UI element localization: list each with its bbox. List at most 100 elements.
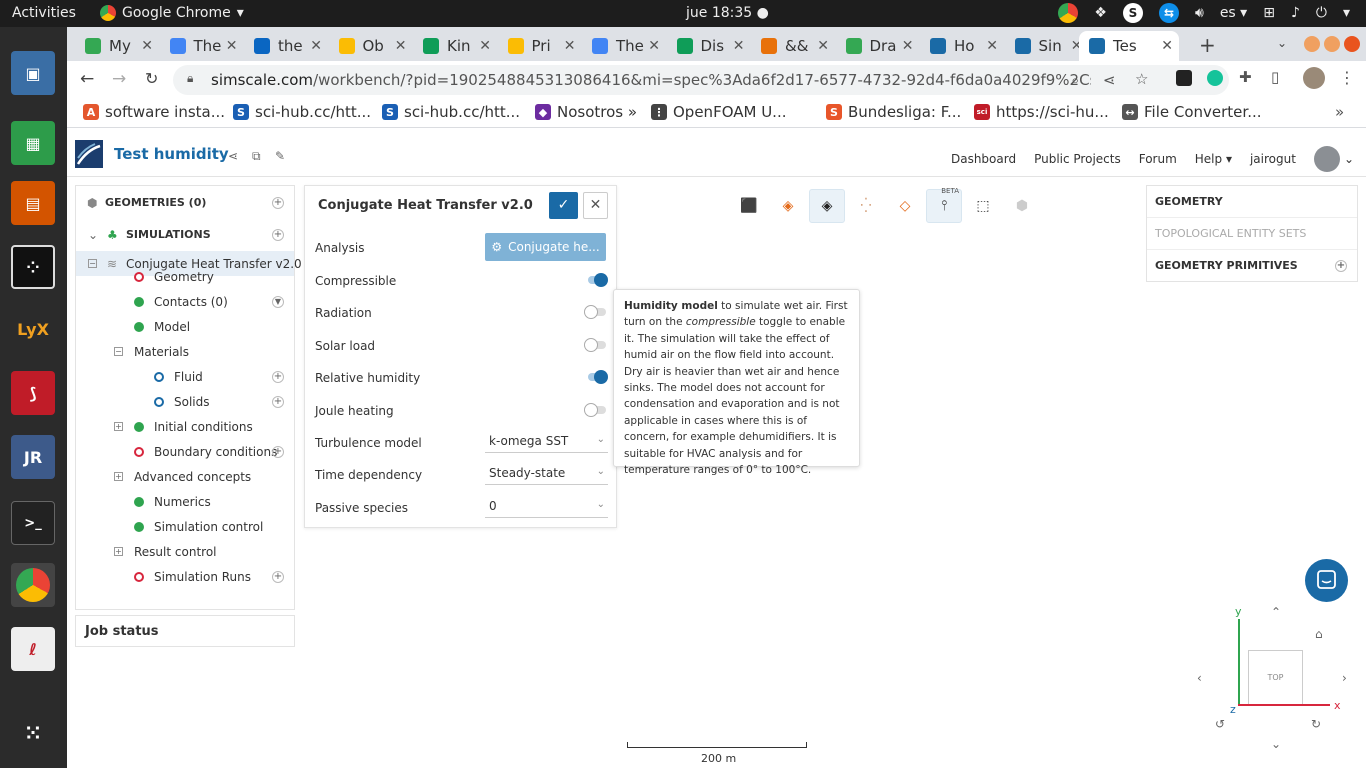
lyx-icon[interactable]: LyX: [11, 307, 55, 351]
address-bar[interactable]: 🔒︎ simscale.com/workbench/?pid=190254884…: [173, 65, 1229, 95]
new-tab-button[interactable]: +: [1199, 33, 1216, 57]
teamviewer-icon[interactable]: ⇆: [1158, 3, 1179, 23]
chevron-down-icon[interactable]: ⌄: [1344, 152, 1354, 166]
chat-launcher-button[interactable]: [1305, 559, 1348, 602]
tree-item[interactable]: + Result control: [76, 539, 294, 564]
geometries-row[interactable]: ⬢ GEOMETRIES (0) +: [76, 190, 294, 215]
relative-humidity-toggle[interactable]: [586, 370, 608, 384]
close-icon[interactable]: ✕: [395, 38, 407, 54]
more-bookmarks-icon[interactable]: »: [1335, 103, 1344, 121]
cube-icon[interactable]: ⬛: [731, 189, 767, 223]
job-status[interactable]: Job status: [75, 615, 295, 647]
close-icon[interactable]: ✕: [1161, 38, 1173, 54]
spreadsheet-icon[interactable]: ▦: [11, 121, 55, 165]
rotate-ccw-icon[interactable]: ↺: [1215, 717, 1225, 731]
network-icon[interactable]: ⊞: [1263, 5, 1275, 21]
edit-icon[interactable]: ✎: [275, 149, 285, 163]
solid-edges-view-icon[interactable]: ◈: [809, 189, 845, 223]
back-icon[interactable]: ←: [80, 69, 94, 89]
geometry-row[interactable]: GEOMETRY: [1147, 186, 1357, 218]
rotate-up-icon[interactable]: ⌃: [1271, 605, 1281, 619]
menu-icon[interactable]: ⋮: [1339, 68, 1355, 87]
nav-public-projects[interactable]: Public Projects: [1034, 152, 1121, 166]
activities-button[interactable]: Activities: [12, 5, 76, 21]
close-button[interactable]: ✕: [583, 192, 608, 219]
filter-icon[interactable]: ▼: [272, 295, 284, 308]
time-dependency-select[interactable]: Steady-state ⌄: [485, 463, 608, 485]
window-close-icon[interactable]: [1344, 36, 1360, 52]
close-icon[interactable]: ✕: [817, 38, 829, 54]
chevron-down-icon[interactable]: ⌄: [88, 228, 98, 242]
bookmark-item[interactable]: S Bundesliga: F...: [826, 103, 961, 121]
bookmark-item[interactable]: Ssci-hub.cc/htt...: [233, 103, 371, 121]
box-select-icon[interactable]: ⬚: [965, 189, 1001, 223]
tree-item[interactable]: + Initial conditions: [76, 414, 294, 439]
app-menu[interactable]: Google Chrome ▾: [100, 5, 244, 21]
chrome-tray-icon[interactable]: [1058, 3, 1079, 23]
points-view-icon[interactable]: ⁛: [848, 189, 884, 223]
add-primitive-button[interactable]: +: [1335, 260, 1347, 272]
sound-icon[interactable]: ♪: [1291, 5, 1300, 21]
analysis-type-button[interactable]: ⚙ Conjugate he...: [485, 233, 606, 261]
close-icon[interactable]: ✕: [479, 38, 491, 54]
wireframe-view-icon[interactable]: ◇: [887, 189, 923, 223]
expand-toggle[interactable]: +: [114, 422, 123, 431]
image-viewer-icon[interactable]: ▣: [11, 51, 55, 95]
bookmark-star-icon[interactable]: ☆: [1135, 70, 1148, 88]
close-icon[interactable]: ✕: [141, 38, 153, 54]
close-icon[interactable]: ✕: [310, 38, 322, 54]
sidepanel-icon[interactable]: ▯: [1271, 68, 1279, 86]
simulations-row[interactable]: ⌄ ♣ SIMULATIONS +: [76, 222, 294, 247]
browser-tab[interactable]: My ✕: [79, 31, 159, 61]
bookmark-item[interactable]: Ssci-hub.cc/htt...: [382, 103, 520, 121]
volume-icon[interactable]: 🔊︎: [1195, 5, 1204, 21]
chrome-dock-icon[interactable]: [11, 563, 55, 607]
expand-toggle[interactable]: +: [114, 472, 123, 481]
rotate-cw-icon[interactable]: ↻: [1311, 717, 1321, 731]
browser-tab[interactable]: Ob ✕: [333, 31, 413, 61]
tree-item[interactable]: Fluid +: [76, 364, 294, 389]
browser-tab[interactable]: Dra ✕: [840, 31, 920, 61]
browser-tab[interactable]: Ho ✕: [924, 31, 1004, 61]
browser-tab[interactable]: Tes ✕: [1079, 31, 1179, 61]
project-title[interactable]: Test humidity: [114, 145, 229, 163]
nav-user[interactable]: jairogut: [1250, 152, 1296, 166]
nav-help[interactable]: Help ▾: [1195, 152, 1232, 166]
section-icon[interactable]: ⬢: [1004, 189, 1040, 223]
compressible-toggle[interactable]: [586, 273, 608, 287]
add-simulation-button[interactable]: +: [272, 228, 284, 241]
topological-sets-row[interactable]: TOPOLOGICAL ENTITY SETS: [1147, 218, 1357, 250]
dropbox-icon[interactable]: ❖: [1094, 5, 1107, 21]
add-item-button[interactable]: +: [272, 370, 284, 383]
browser-tab[interactable]: The ✕: [164, 31, 244, 61]
jabref-icon[interactable]: JR: [11, 435, 55, 479]
nav-forum[interactable]: Forum: [1139, 152, 1177, 166]
tree-item[interactable]: Model: [76, 314, 294, 339]
chevron-down-icon[interactable]: ▾: [1343, 5, 1350, 21]
expand-toggle[interactable]: +: [114, 547, 123, 556]
skype-icon[interactable]: S: [1122, 3, 1143, 23]
add-item-button[interactable]: +: [272, 445, 284, 458]
puzzle-icon[interactable]: ✚: [1239, 68, 1252, 86]
add-item-button[interactable]: +: [272, 395, 284, 408]
confirm-button[interactable]: ✓: [549, 192, 578, 219]
avatar[interactable]: [1313, 146, 1340, 172]
radiation-toggle[interactable]: [584, 305, 608, 319]
bookmark-item[interactable]: ⋮ OpenFOAM U...: [651, 103, 787, 121]
solid-view-icon[interactable]: ◈: [770, 189, 806, 223]
close-icon[interactable]: ✕: [902, 38, 914, 54]
view-cube[interactable]: TOP: [1248, 650, 1303, 705]
add-geometry-button[interactable]: +: [272, 196, 284, 209]
nav-dashboard[interactable]: Dashboard: [951, 152, 1016, 166]
power-icon[interactable]: ⏻: [1316, 5, 1327, 21]
forward-icon[interactable]: →: [112, 69, 126, 89]
tree-item[interactable]: Contacts (0) ▼: [76, 289, 294, 314]
tree-item[interactable]: Simulation control: [76, 514, 294, 539]
share-icon[interactable]: ⋖: [1103, 71, 1116, 89]
rotate-left-icon[interactable]: ‹: [1197, 671, 1202, 685]
show-apps-icon[interactable]: ⁙: [11, 711, 55, 755]
language-indicator[interactable]: es ▾: [1220, 5, 1247, 21]
browser-tab[interactable]: the ✕: [248, 31, 328, 61]
browser-tab[interactable]: Kin ✕: [417, 31, 497, 61]
grammarly-icon[interactable]: [1207, 70, 1223, 86]
